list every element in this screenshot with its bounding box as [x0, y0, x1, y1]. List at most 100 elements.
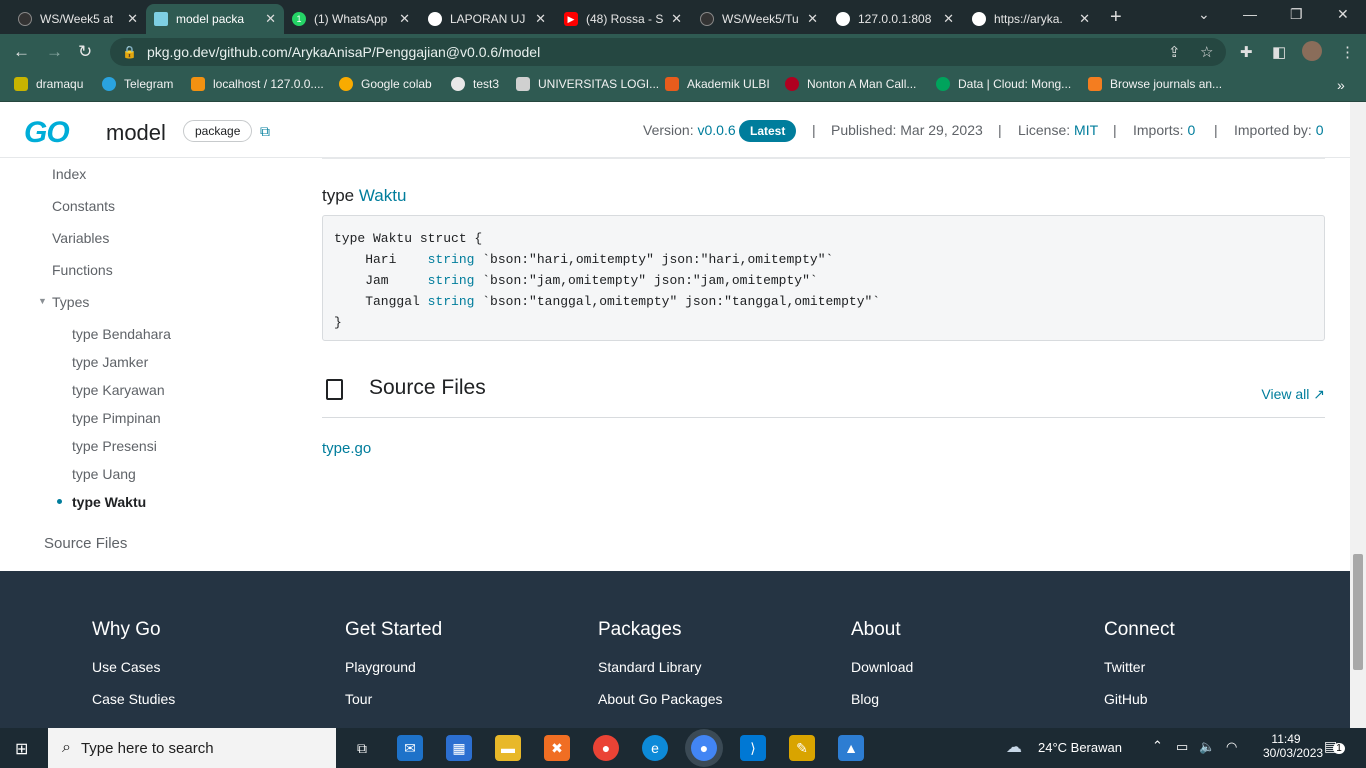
bookmark-localhost[interactable]: localhost / 127.0.0....	[191, 77, 324, 91]
whatsapp-icon: 1	[292, 12, 306, 26]
go-logo[interactable]: GO	[24, 116, 70, 150]
imported-by-link[interactable]: 0	[1316, 122, 1324, 138]
wifi-icon[interactable]: ◠	[1226, 739, 1237, 755]
close-icon[interactable]: ✕	[807, 11, 818, 27]
photos-icon[interactable]: ▲	[838, 735, 864, 761]
sidebar-type-jamker[interactable]: type Jamker	[72, 354, 148, 370]
sidebar-item-source-files[interactable]: Source Files	[44, 535, 127, 552]
close-window-button[interactable]: ✕	[1337, 6, 1349, 23]
type-name-link[interactable]: Waktu	[359, 186, 407, 205]
bookmark-universitas[interactable]: UNIVERSITAS LOGI...	[516, 77, 659, 91]
chevron-up-icon[interactable]: ⌃	[1152, 738, 1163, 754]
colab-icon	[339, 77, 353, 91]
bookmark-colab[interactable]: Google colab	[339, 77, 432, 91]
taskbar-search[interactable]: ⌕ Type here to search	[48, 728, 336, 768]
sidebar-type-karyawan[interactable]: type Karyawan	[72, 382, 165, 398]
notification-icon[interactable]: ▤1	[1324, 738, 1345, 755]
latest-badge[interactable]: Latest	[739, 120, 797, 142]
scrollbar-thumb[interactable]	[1353, 554, 1363, 670]
bookmark-mongodb[interactable]: Data | Cloud: Mong...	[936, 77, 1071, 91]
tab-1[interactable]: WS/Week5 at ✕	[10, 4, 146, 34]
close-icon[interactable]: ✕	[265, 11, 276, 27]
windows-start-icon[interactable]: ⊞	[15, 739, 28, 759]
chrome-icon[interactable]: ●	[593, 735, 619, 761]
xampp-icon[interactable]: ✖	[544, 735, 570, 761]
sidebar-item-functions[interactable]: Functions	[52, 262, 113, 278]
maximize-button[interactable]: ❐	[1290, 6, 1303, 23]
source-file-link[interactable]: type.go	[322, 440, 371, 457]
footer-column-why-go: Why Go Use Cases Case Studies	[92, 619, 176, 707]
side-panel-icon[interactable]: ◧	[1272, 43, 1286, 61]
battery-icon[interactable]: ▭	[1176, 739, 1188, 755]
main-content: type Waktu type Waktu struct { Hari stri…	[322, 158, 1325, 571]
tab-search-icon[interactable]: ⌄	[1198, 6, 1210, 23]
volume-icon[interactable]: 🔈	[1199, 739, 1215, 755]
sidebar-type-pimpinan[interactable]: type Pimpinan	[72, 410, 161, 426]
profile-avatar[interactable]	[1302, 41, 1322, 61]
back-icon[interactable]: ←	[13, 42, 30, 62]
view-all-link[interactable]: View all ↗	[1261, 386, 1325, 403]
menu-icon[interactable]: ⋮	[1340, 43, 1355, 61]
tab-2[interactable]: model packa ✕	[146, 4, 284, 34]
close-icon[interactable]: ✕	[943, 11, 954, 27]
bookmarks-bar: dramaqu Telegram localhost / 127.0.0....…	[0, 70, 1366, 102]
bookmark-star-icon[interactable]: ☆	[1200, 43, 1213, 61]
bookmark-akademik[interactable]: Akademik ULBI	[665, 77, 770, 91]
sidebar-type-uang[interactable]: type Uang	[72, 466, 136, 482]
tab-3[interactable]: 1 (1) WhatsApp ✕	[284, 4, 418, 34]
code-block: type Waktu struct { Hari string `bson:"h…	[322, 215, 1325, 341]
chrome-profile-icon[interactable]: ●	[691, 735, 717, 761]
imports-link[interactable]: 0	[1187, 122, 1195, 138]
minimize-button[interactable]: —	[1243, 6, 1257, 22]
clock[interactable]: 11:49 30/03/2023	[1263, 732, 1323, 760]
sidebar-item-index[interactable]: Index	[52, 166, 86, 182]
sidebar-item-variables[interactable]: Variables	[52, 230, 109, 246]
sidebar-type-bendahara[interactable]: type Bendahara	[72, 326, 171, 342]
bookmark-nonton[interactable]: Nonton A Man Call...	[785, 77, 916, 91]
close-icon[interactable]: ✕	[1079, 11, 1090, 27]
close-icon[interactable]: ✕	[399, 11, 410, 27]
outline-sidebar: Index Constants Variables Functions ▼ Ty…	[0, 158, 300, 571]
extensions-icon[interactable]: ✚	[1240, 43, 1253, 61]
tab-5[interactable]: ▶ (48) Rossa - S ✕	[556, 4, 690, 34]
footer-column-packages: Packages Standard Library About Go Packa…	[598, 619, 723, 707]
sidebar-item-constants[interactable]: Constants	[52, 198, 115, 214]
tab-8[interactable]: https://aryka. ✕	[964, 4, 1098, 34]
close-icon[interactable]: ✕	[535, 11, 546, 27]
license-link[interactable]: MIT	[1074, 122, 1098, 138]
bookmark-test3[interactable]: test3	[451, 77, 499, 91]
new-tab-button[interactable]: +	[1110, 6, 1122, 29]
file-explorer-icon[interactable]: ▬	[495, 735, 521, 761]
tab-4[interactable]: LAPORAN UJ ✕	[420, 4, 554, 34]
close-icon[interactable]: ✕	[127, 11, 138, 27]
share-icon[interactable]: ⇪	[1168, 43, 1181, 61]
task-view-icon[interactable]: ⧉	[349, 735, 375, 761]
address-bar[interactable]: 🔒 pkg.go.dev/github.com/ArykaAnisaP/Peng…	[110, 38, 1226, 66]
page-scrollbar[interactable]	[1350, 102, 1366, 728]
weather-text[interactable]: 24°C Berawan	[1038, 740, 1122, 755]
version-link[interactable]: v0.0.6	[697, 122, 735, 138]
reload-icon[interactable]: ↻	[78, 42, 92, 62]
edge-icon[interactable]: e	[642, 735, 668, 761]
browser-tab-bar: WS/Week5 at ✕ model packa ✕ 1 (1) WhatsApp…	[0, 0, 1366, 34]
close-icon[interactable]: ✕	[671, 11, 682, 27]
bookmark-elsevier[interactable]: Browse journals an...	[1088, 77, 1222, 91]
tab-7[interactable]: 127.0.0.1:808 ✕	[828, 4, 962, 34]
sidebar-type-waktu[interactable]: type Waktu	[72, 494, 146, 510]
chevron-down-icon[interactable]: ▼	[38, 296, 47, 306]
sidebar-type-presensi[interactable]: type Presensi	[72, 438, 157, 454]
globe-icon	[451, 77, 465, 91]
store-icon[interactable]: ▦	[446, 735, 472, 761]
more-bookmarks-icon[interactable]: »	[1337, 77, 1345, 93]
forward-icon[interactable]: →	[46, 42, 63, 62]
copy-icon[interactable]: ⧉	[260, 123, 270, 140]
sticky-app-icon[interactable]: ✎	[789, 735, 815, 761]
bookmark-dramaqu[interactable]: dramaqu	[14, 77, 83, 91]
divider: |	[812, 122, 816, 138]
sidebar-item-types[interactable]: Types	[52, 294, 89, 310]
mail-icon[interactable]: ✉	[397, 735, 423, 761]
windows-taskbar: ⊞ ⌕ Type here to search ⧉ ✉ ▦ ▬ ✖ ● e ● …	[0, 728, 1366, 768]
tab-6[interactable]: WS/Week5/Tu ✕	[692, 4, 826, 34]
bookmark-telegram[interactable]: Telegram	[102, 77, 173, 91]
vscode-icon[interactable]: ⟩	[740, 735, 766, 761]
